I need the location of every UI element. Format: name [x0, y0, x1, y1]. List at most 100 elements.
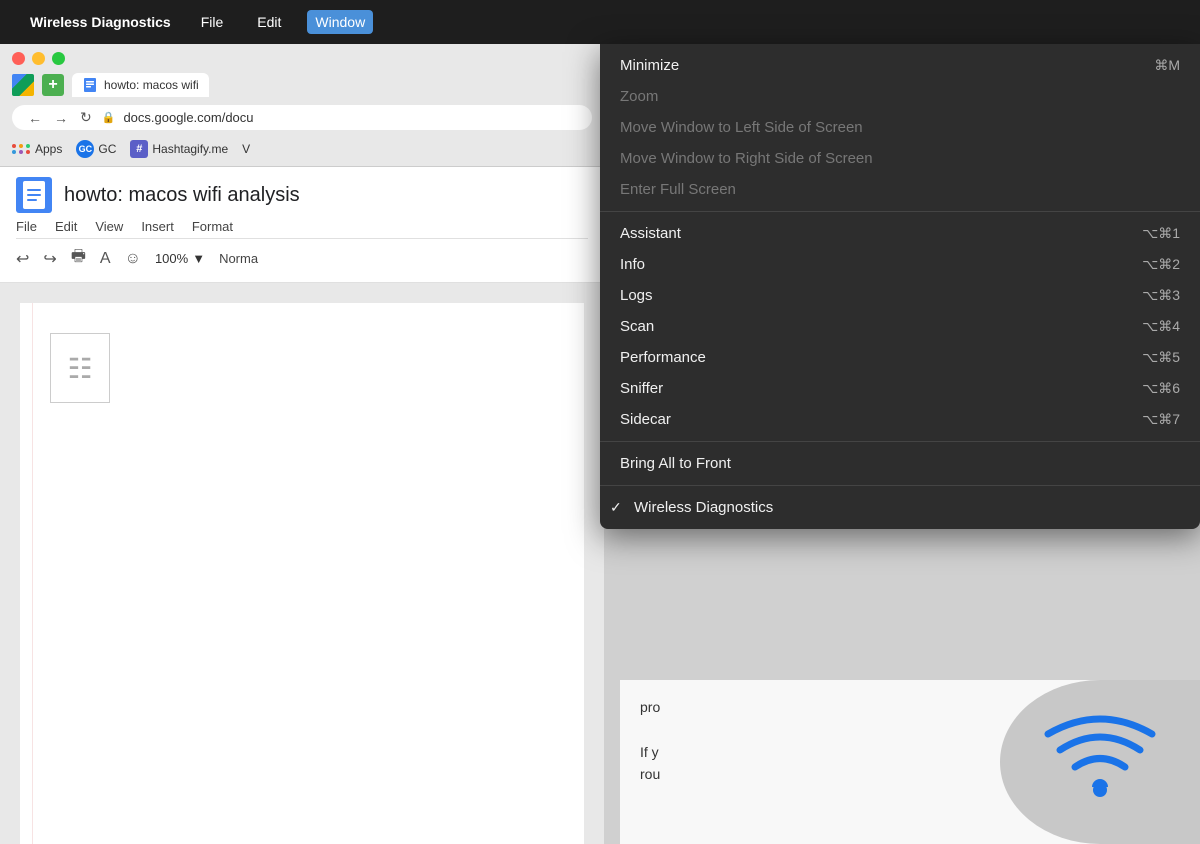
- menu-window[interactable]: Window: [307, 10, 373, 34]
- doc-menu-insert[interactable]: Insert: [141, 219, 174, 234]
- doc-title: howto: macos wifi analysis: [64, 184, 300, 207]
- menu-item-move-left[interactable]: Move Window to Left Side of Screen: [600, 112, 1200, 143]
- zoom-label: Zoom: [620, 88, 658, 105]
- active-tab[interactable]: howto: macos wifi: [72, 73, 209, 97]
- forward-button[interactable]: →: [52, 110, 70, 126]
- fullscreen-label: Enter Full Screen: [620, 181, 736, 198]
- doc-lines: [27, 189, 41, 201]
- redo-button[interactable]: ↪: [43, 249, 56, 269]
- google-drive-tab-icon: [12, 74, 34, 96]
- style-selector[interactable]: Norma: [219, 251, 258, 266]
- browser-window: + howto: macos wifi ← → ↻ 🔒 docs.google.…: [0, 44, 604, 844]
- info-label: Info: [620, 256, 645, 273]
- wifi-background-image: [1000, 680, 1200, 844]
- bookmark-v[interactable]: V: [242, 142, 250, 156]
- docs-tab-icon: [82, 77, 98, 93]
- check-icon: ✓: [610, 499, 624, 516]
- bottom-doc-area: pro If y rou: [620, 680, 1200, 844]
- hashtag-icon: #: [130, 140, 148, 158]
- doc-menu-file[interactable]: File: [16, 219, 37, 234]
- move-left-label: Move Window to Left Side of Screen: [620, 119, 863, 136]
- minimize-button[interactable]: [32, 52, 45, 65]
- menu-item-minimize[interactable]: Minimize ⌘M: [600, 50, 1200, 81]
- menu-item-logs[interactable]: Logs ⌥⌘3: [600, 280, 1200, 311]
- app-name: Wireless Diagnostics: [30, 14, 171, 30]
- url-display[interactable]: docs.google.com/docu: [123, 110, 578, 125]
- bring-all-front-label: Bring All to Front: [620, 455, 731, 472]
- sniffer-label: Sniffer: [620, 380, 663, 397]
- doc-icon-inner: [23, 181, 45, 209]
- menu-item-move-right[interactable]: Move Window to Right Side of Screen: [600, 143, 1200, 174]
- doc-thumbnail: ☷: [50, 333, 110, 403]
- menubar: Wireless Diagnostics File Edit Window: [0, 0, 1200, 44]
- zoom-control[interactable]: 100% ▼: [155, 251, 205, 266]
- menu-edit[interactable]: Edit: [249, 10, 289, 34]
- doc-content: howto: macos wifi analysis File Edit Vie…: [0, 167, 604, 844]
- traffic-lights: [12, 52, 592, 65]
- menu-section-window-controls: Minimize ⌘M Zoom Move Window to Left Sid…: [600, 44, 1200, 211]
- menu-item-sidecar[interactable]: Sidecar ⌥⌘7: [600, 404, 1200, 435]
- spellcheck-button[interactable]: A: [100, 250, 111, 268]
- logs-shortcut: ⌥⌘3: [1142, 287, 1180, 304]
- back-button[interactable]: ←: [26, 110, 44, 126]
- bookmark-apps[interactable]: Apps: [12, 142, 62, 156]
- zoom-level: 100%: [155, 251, 188, 266]
- doc-icon: [16, 177, 52, 213]
- menu-item-scan[interactable]: Scan ⌥⌘4: [600, 311, 1200, 342]
- menu-item-bring-all-front[interactable]: Bring All to Front: [600, 448, 1200, 479]
- menu-file[interactable]: File: [193, 10, 232, 34]
- print-button[interactable]: 🖶: [71, 245, 86, 272]
- doc-menu-view[interactable]: View: [95, 219, 123, 234]
- assistant-label: Assistant: [620, 225, 681, 242]
- menu-item-assistant[interactable]: Assistant ⌥⌘1: [600, 218, 1200, 249]
- sidecar-shortcut: ⌥⌘7: [1142, 411, 1180, 428]
- menu-item-sniffer[interactable]: Sniffer ⌥⌘6: [600, 373, 1200, 404]
- menu-item-wireless-diagnostics[interactable]: ✓ Wireless Diagnostics: [600, 492, 1200, 523]
- fullscreen-button[interactable]: [52, 52, 65, 65]
- thumbnail-icon: ☷: [67, 352, 92, 385]
- paint-format-button[interactable]: ☺: [125, 250, 141, 268]
- tab-title: howto: macos wifi: [104, 78, 199, 92]
- zoom-dropdown-icon: ▼: [192, 251, 205, 266]
- menu-section-panels: Assistant ⌥⌘1 Info ⌥⌘2 Logs ⌥⌘3 Scan ⌥⌘4…: [600, 211, 1200, 441]
- doc-menu-row: File Edit View Insert Format: [16, 219, 588, 234]
- bookmarks-bar: Apps GC GC # Hashtagify.me V: [12, 136, 592, 160]
- minimize-label: Minimize: [620, 57, 679, 74]
- menu-section-bring-front: Bring All to Front: [600, 441, 1200, 485]
- close-button[interactable]: [12, 52, 25, 65]
- menu-item-fullscreen[interactable]: Enter Full Screen: [600, 174, 1200, 205]
- assistant-shortcut: ⌥⌘1: [1142, 225, 1180, 242]
- minimize-shortcut: ⌘M: [1154, 57, 1180, 74]
- doc-menu-format[interactable]: Format: [192, 219, 233, 234]
- undo-button[interactable]: ↩: [16, 249, 29, 269]
- menu-item-performance[interactable]: Performance ⌥⌘5: [600, 342, 1200, 373]
- apps-grid-icon: [12, 144, 31, 154]
- doc-menu-edit[interactable]: Edit: [55, 219, 77, 234]
- window-dropdown-menu: Minimize ⌘M Zoom Move Window to Left Sid…: [600, 44, 1200, 529]
- margin-line: [32, 303, 33, 844]
- bookmark-hashtagify[interactable]: # Hashtagify.me: [130, 140, 228, 158]
- scan-label: Scan: [620, 318, 654, 335]
- browser-chrome: + howto: macos wifi ← → ↻ 🔒 docs.google.…: [0, 44, 604, 167]
- gc-icon: GC: [76, 140, 94, 158]
- scan-shortcut: ⌥⌘4: [1142, 318, 1180, 335]
- doc-header: howto: macos wifi analysis File Edit Vie…: [0, 167, 604, 283]
- doc-toolbar: ↩ ↪ 🖶 A ☺ 100% ▼ Norma: [16, 238, 588, 278]
- bookmark-gc[interactable]: GC GC: [76, 140, 116, 158]
- address-bar[interactable]: ← → ↻ 🔒 docs.google.com/docu: [12, 105, 592, 130]
- new-tab-button[interactable]: +: [42, 74, 64, 96]
- performance-label: Performance: [620, 349, 706, 366]
- doc-page: ☷: [0, 283, 604, 844]
- sniffer-shortcut: ⌥⌘6: [1142, 380, 1180, 397]
- menu-item-info[interactable]: Info ⌥⌘2: [600, 249, 1200, 280]
- gc-label: GC: [98, 142, 116, 156]
- wireless-diagnostics-label: Wireless Diagnostics: [634, 499, 773, 516]
- browser-tabs: + howto: macos wifi: [12, 73, 592, 97]
- logs-label: Logs: [620, 287, 653, 304]
- reload-button[interactable]: ↻: [78, 109, 94, 126]
- wifi-symbol-svg: [1040, 712, 1160, 812]
- menu-item-zoom[interactable]: Zoom: [600, 81, 1200, 112]
- lock-icon: 🔒: [102, 111, 116, 124]
- performance-shortcut: ⌥⌘5: [1142, 349, 1180, 366]
- info-shortcut: ⌥⌘2: [1142, 256, 1180, 273]
